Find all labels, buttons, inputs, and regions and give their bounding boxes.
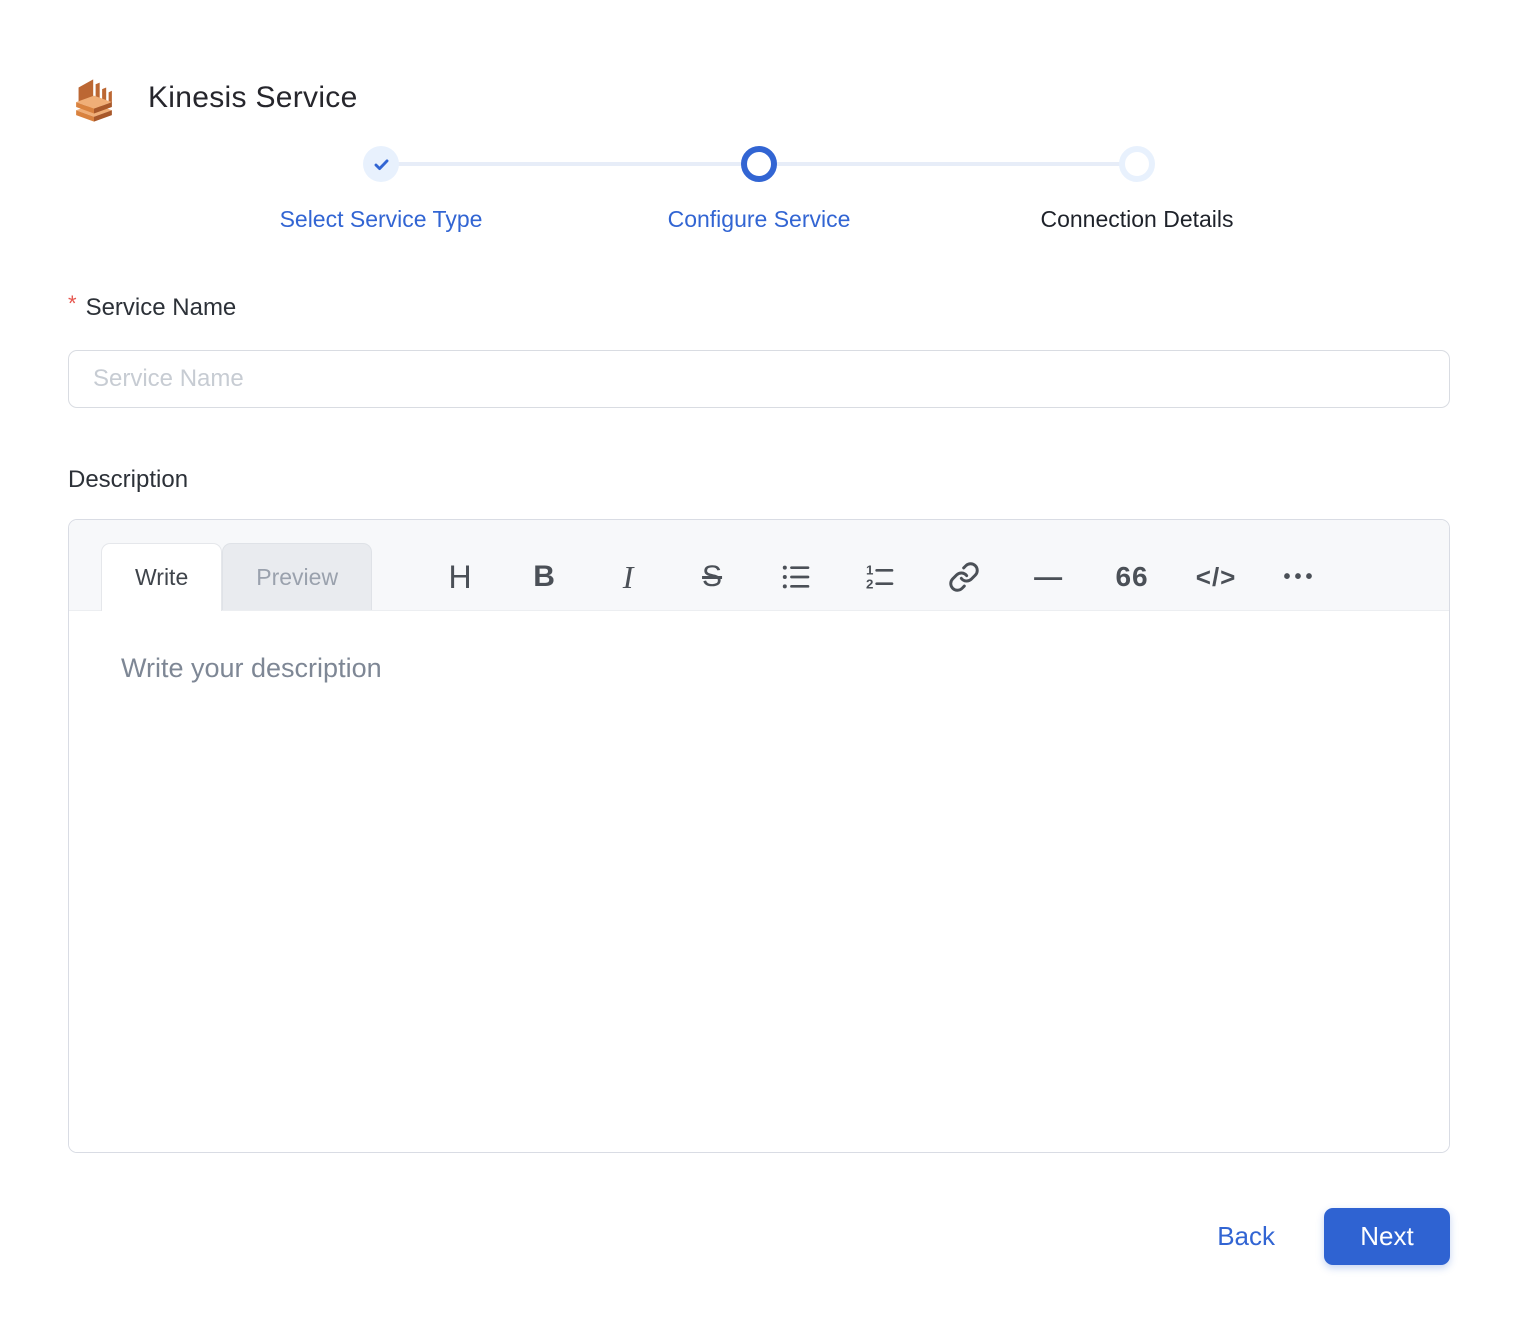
editor-tabs: Write Preview (101, 543, 372, 610)
more-options-icon[interactable]: ••• (1258, 547, 1342, 607)
page-title: Kinesis Service (148, 81, 358, 115)
editor-body (69, 611, 1449, 1152)
svg-text:2: 2 (866, 576, 873, 591)
service-name-input[interactable] (68, 350, 1450, 408)
description-textarea[interactable] (69, 611, 1449, 1152)
description-editor: Write Preview H B I S (68, 519, 1450, 1153)
italic-icon[interactable]: I (586, 547, 670, 607)
svg-text:1: 1 (866, 562, 874, 577)
description-label: Description (68, 466, 1450, 494)
next-button[interactable]: Next (1324, 1208, 1450, 1265)
header: Kinesis Service (0, 0, 1518, 126)
step-label: Select Service Type (280, 206, 483, 233)
code-icon[interactable]: </> (1174, 547, 1258, 607)
kinesis-service-wizard: Kinesis Service Select Service Type Conf… (0, 0, 1518, 1338)
quote-icon[interactable]: 66 (1090, 547, 1174, 607)
kinesis-logo-icon (68, 70, 120, 126)
form-content: * Service Name Description Write Preview … (0, 291, 1518, 1153)
step-completed-check-icon (363, 146, 399, 182)
service-name-label: * Service Name (68, 291, 1450, 322)
editor-toolbar: Write Preview H B I S (69, 520, 1449, 611)
unordered-list-icon[interactable] (754, 547, 838, 607)
step-configure-service[interactable]: Configure Service (570, 146, 948, 233)
step-active-circle-icon (741, 146, 777, 182)
tab-write[interactable]: Write (101, 543, 222, 611)
formatting-tools: H B I S (418, 543, 1449, 610)
required-marker: * (68, 291, 77, 316)
bold-icon[interactable]: B (502, 547, 586, 607)
step-select-service-type[interactable]: Select Service Type (192, 146, 570, 233)
step-label: Configure Service (668, 206, 851, 233)
strikethrough-icon[interactable]: S (670, 547, 754, 607)
tab-preview[interactable]: Preview (222, 543, 372, 610)
horizontal-rule-icon[interactable]: — (1006, 547, 1090, 607)
wizard-actions: Back Next (0, 1208, 1518, 1265)
step-upcoming-circle-icon (1119, 146, 1155, 182)
stepper: Select Service Type Configure Service Co… (192, 146, 1326, 233)
ordered-list-icon[interactable]: 1 2 (838, 547, 922, 607)
heading-icon[interactable]: H (418, 547, 502, 607)
step-label: Connection Details (1040, 206, 1233, 233)
link-icon[interactable] (922, 547, 1006, 607)
step-connection-details[interactable]: Connection Details (948, 146, 1326, 233)
back-button[interactable]: Back (1217, 1221, 1275, 1252)
service-name-label-text: Service Name (86, 294, 237, 321)
